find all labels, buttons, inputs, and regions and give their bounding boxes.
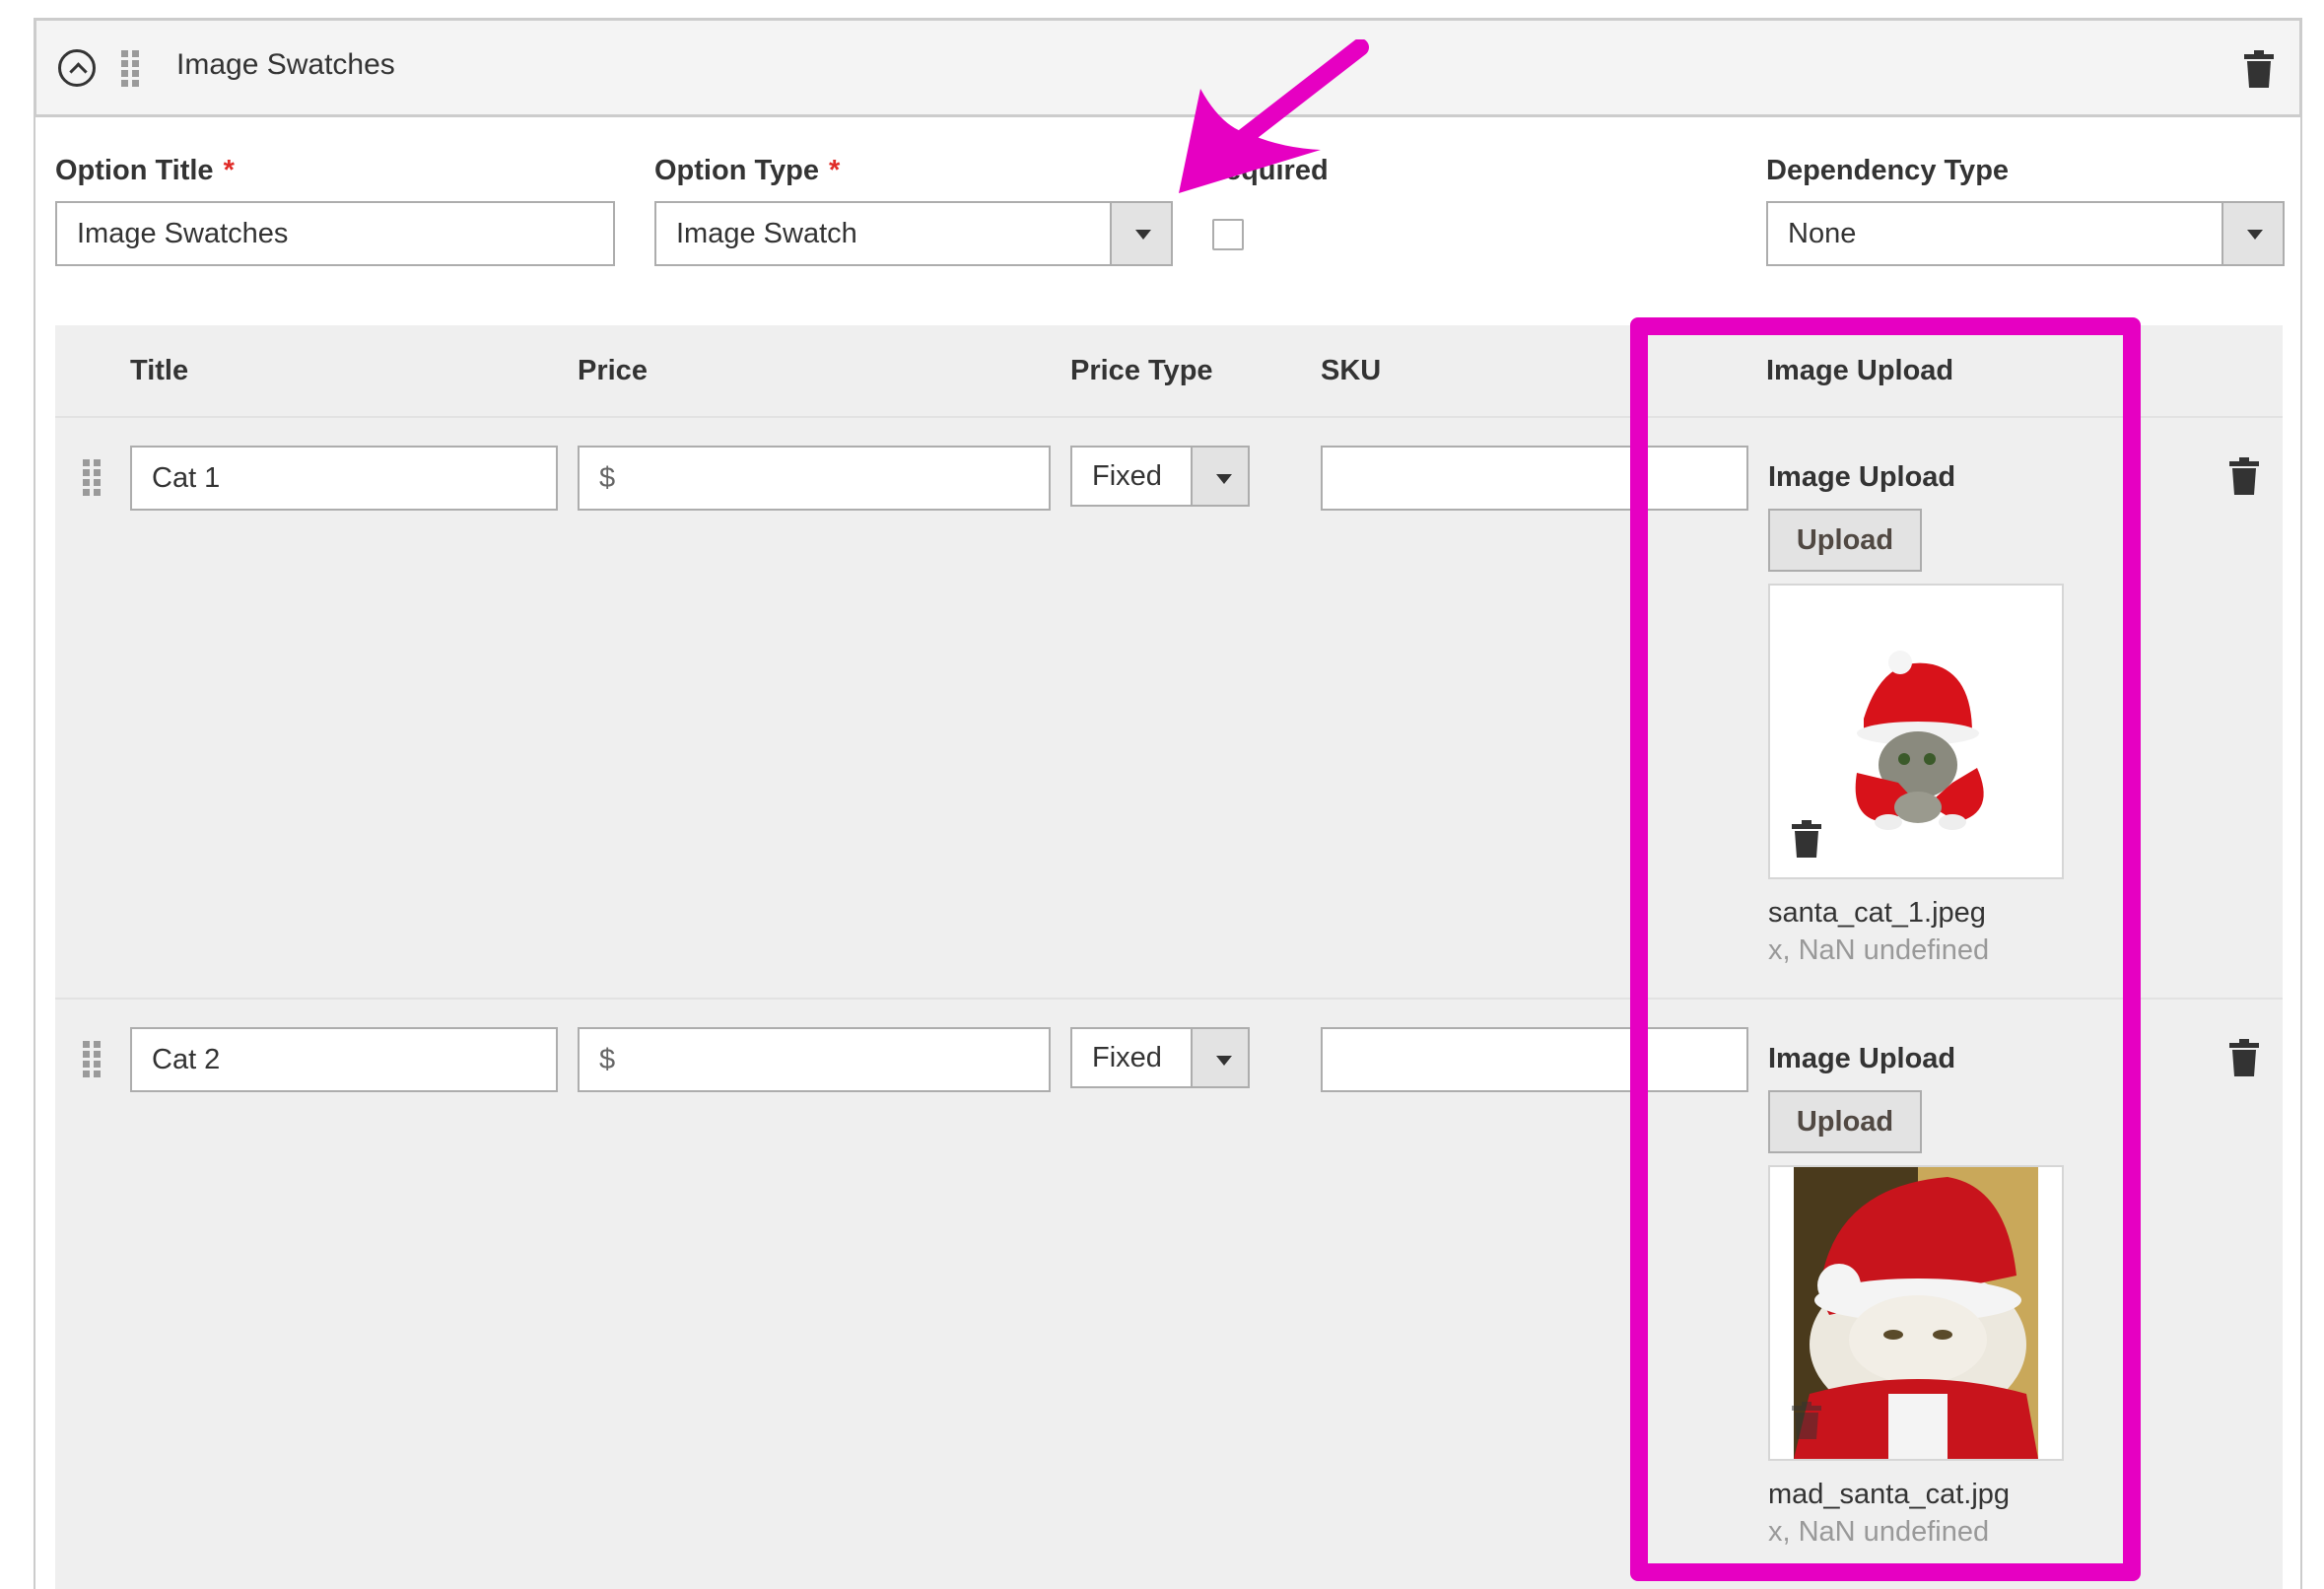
drag-handle-icon[interactable] — [83, 1041, 103, 1078]
column-sku: SKU — [1321, 355, 1382, 386]
dropdown-arrow-icon[interactable] — [1110, 203, 1171, 264]
upload-button[interactable]: Upload — [1768, 509, 1922, 572]
row-price-type-select[interactable]: Fixed — [1070, 446, 1250, 507]
upload-button[interactable]: Upload — [1768, 1090, 1922, 1153]
column-price: Price — [578, 355, 648, 386]
table-row: Cat 1 $ Fixed Image Upload Upload santa_… — [55, 416, 2283, 998]
row-title-input[interactable]: Cat 1 — [130, 446, 558, 511]
file-meta: x, NaN undefined — [1768, 1516, 1990, 1548]
file-name: santa_cat_1.jpeg — [1768, 897, 1986, 929]
column-title: Title — [130, 355, 189, 386]
column-price-type: Price Type — [1070, 355, 1213, 386]
image-upload-label: Image Upload — [1768, 461, 1956, 493]
uploaded-image-preview[interactable] — [1768, 584, 2064, 879]
drag-handle-icon[interactable] — [83, 459, 103, 497]
trash-icon[interactable] — [2244, 50, 2274, 88]
file-name: mad_santa_cat.jpg — [1768, 1479, 2011, 1510]
dropdown-arrow-icon[interactable] — [1191, 1029, 1248, 1086]
dependency-type-select[interactable]: None — [1766, 201, 2285, 266]
option-type-value: Image Swatch — [676, 218, 857, 249]
values-table-header: Title Price Price Type SKU Image Upload — [55, 325, 2283, 416]
uploaded-image-preview[interactable] — [1768, 1165, 2064, 1461]
option-type-select[interactable]: Image Swatch — [654, 201, 1173, 266]
trash-icon[interactable] — [2229, 457, 2259, 495]
row-price-input[interactable]: $ — [578, 1027, 1051, 1092]
dropdown-arrow-icon[interactable] — [1191, 448, 1248, 505]
row-sku-input[interactable] — [1321, 446, 1748, 511]
trash-icon[interactable] — [1792, 1402, 1821, 1439]
required-checkbox[interactable] — [1212, 219, 1244, 250]
price-type-value: Fixed — [1092, 460, 1162, 492]
trash-icon[interactable] — [1792, 820, 1821, 858]
column-image-upload: Image Upload — [1766, 355, 1954, 386]
dropdown-arrow-icon[interactable] — [2221, 203, 2283, 264]
collapse-icon[interactable] — [58, 49, 96, 87]
row-price-type-select[interactable]: Fixed — [1070, 1027, 1250, 1088]
drag-handle-icon[interactable] — [121, 50, 141, 88]
row-sku-input[interactable] — [1321, 1027, 1748, 1092]
dependency-type-value: None — [1788, 218, 1857, 249]
option-type-label: Option Type * — [654, 155, 841, 186]
option-header-title: Image Swatches — [176, 48, 395, 81]
option-header: Image Swatches — [34, 18, 2302, 117]
option-title-label: Option Title * — [55, 155, 235, 186]
row-price-input[interactable]: $ — [578, 446, 1051, 511]
row-title-input[interactable]: Cat 2 — [130, 1027, 558, 1092]
trash-icon[interactable] — [2229, 1039, 2259, 1076]
price-type-value: Fixed — [1092, 1042, 1162, 1073]
file-meta: x, NaN undefined — [1768, 934, 1990, 966]
option-title-input[interactable]: Image Swatches — [55, 201, 615, 266]
table-row: Cat 2 $ Fixed Image Upload Upload mad_sa… — [55, 998, 2283, 1589]
dependency-type-label: Dependency Type — [1766, 155, 2010, 186]
image-upload-label: Image Upload — [1768, 1043, 1956, 1074]
required-label: Required — [1204, 155, 1329, 186]
